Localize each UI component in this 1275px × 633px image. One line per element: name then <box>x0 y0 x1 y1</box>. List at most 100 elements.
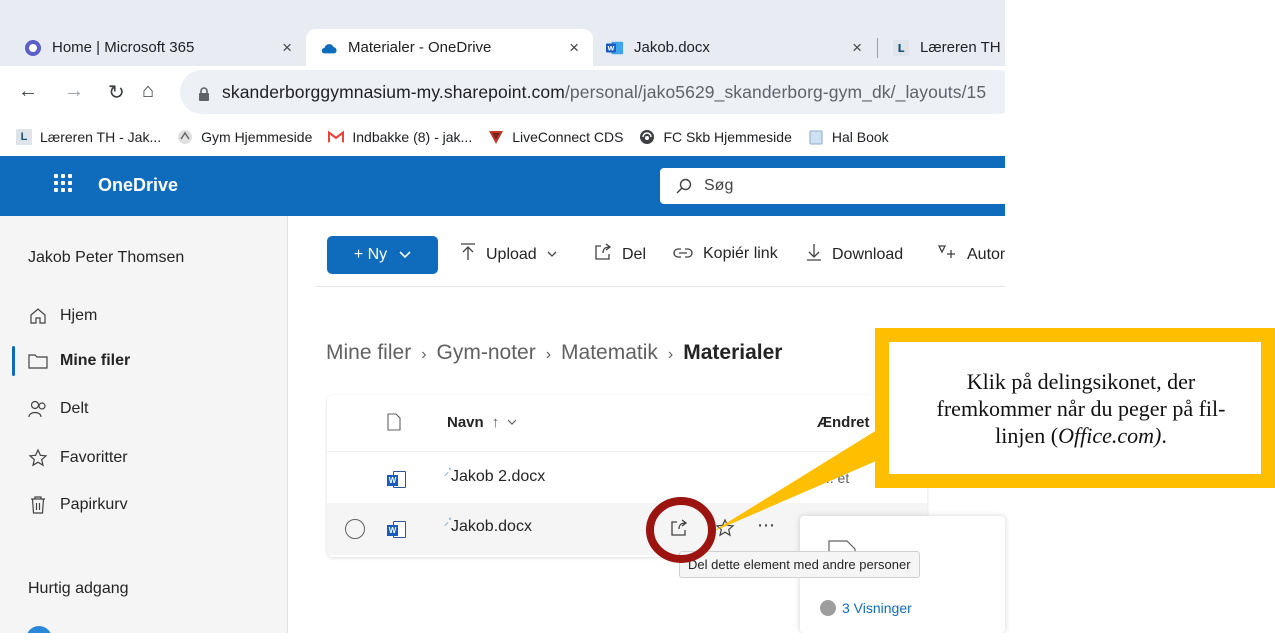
bookmark-gmail[interactable]: Indbakke (8) - jak... <box>328 129 472 145</box>
search-input[interactable]: Søg <box>660 168 1005 204</box>
trash-icon <box>28 495 48 515</box>
folder-icon <box>28 351 48 371</box>
quick-access-item-icon[interactable] <box>26 626 52 633</box>
app-name[interactable]: OneDrive <box>98 175 178 196</box>
copy-link-label: Kopiér link <box>703 244 778 262</box>
nav-item-delt[interactable]: Delt <box>28 395 88 423</box>
bookmark-fc-skb[interactable]: FC Skb Hjemmeside <box>639 129 792 145</box>
favorite-star-icon[interactable] <box>715 518 735 538</box>
close-icon[interactable]: × <box>569 38 579 58</box>
views-count[interactable]: 3 Visninger <box>820 600 912 616</box>
chevron-right-icon: › <box>545 346 552 363</box>
bookmark-label: FC Skb Hjemmeside <box>663 129 792 145</box>
column-modified[interactable]: Ændret <box>817 414 870 431</box>
download-button[interactable]: Download <box>806 243 903 266</box>
share-icon <box>594 243 612 266</box>
file-name[interactable]: Jakob.docx <box>451 518 532 536</box>
share-label: Del <box>622 245 647 263</box>
row-select-radio[interactable] <box>345 519 365 539</box>
new-file-mark-icon: ⸝ʹ <box>444 517 451 528</box>
bookmark-label: LiveConnect CDS <box>512 129 624 145</box>
back-arrow-icon[interactable]: ← <box>18 80 38 103</box>
upload-label: Upload <box>486 245 537 263</box>
close-icon[interactable]: × <box>282 38 292 58</box>
file-name[interactable]: Jakob 2.docx <box>451 468 545 486</box>
nav-item-label: Favoritter <box>60 449 128 466</box>
star-icon <box>28 448 48 468</box>
word-file-icon: W <box>387 470 407 490</box>
copy-link-button[interactable]: Kopiér link <box>673 243 778 264</box>
url-host: skanderborggymnasium-my.sharepoint.com <box>222 81 565 102</box>
bookmark-label: Hal Book <box>831 129 889 145</box>
active-indicator <box>12 346 15 376</box>
reload-icon[interactable]: ↻ <box>108 80 125 105</box>
file-type-icon <box>387 413 401 431</box>
word-file-icon: W <box>387 520 407 540</box>
user-name: Jakob Peter Thomsen <box>28 249 185 266</box>
url-path: /personal/jako5629_skanderborg-gym_dk/_l… <box>564 81 987 102</box>
modified-value: ... et <box>822 470 850 486</box>
close-icon[interactable]: × <box>852 38 862 58</box>
chevron-down-icon <box>507 419 517 426</box>
table-row[interactable]: W ⸝ʹ Jakob 2.docx ... et <box>327 451 927 503</box>
file-list-header: Navn ↑ Ændret <box>327 395 927 451</box>
svg-text:W: W <box>607 45 614 52</box>
bookmarks-bar: L Læreren TH - Jak... Gym Hjemmeside Ind… <box>0 118 1005 156</box>
nav-item-mine-filer[interactable]: Mine filer <box>28 347 130 375</box>
upload-button[interactable]: Upload <box>460 243 557 266</box>
nav-item-label: Delt <box>60 400 89 417</box>
home-icon[interactable]: ⌂ <box>142 80 154 103</box>
tab-onedrive[interactable]: Materialer - OneDrive × <box>306 29 593 66</box>
search-placeholder: Søg <box>704 177 734 194</box>
people-icon <box>28 399 48 419</box>
new-button[interactable]: + Ny <box>327 236 438 274</box>
avatar-icon <box>820 600 836 616</box>
address-toolbar: ← → ↻ ⌂ skanderborggymnasium-my.sharepoi… <box>0 66 1005 118</box>
annotation-callout: Klik på delingsikonet, der fremkommer nå… <box>875 328 1275 488</box>
tab-laereren[interactable]: L Læreren TH <box>892 29 1005 66</box>
views-label: 3 Visninger <box>842 600 912 616</box>
bookmark-gym[interactable]: Gym Hjemmeside <box>177 129 312 145</box>
download-icon <box>806 243 822 266</box>
nav-item-favoritter[interactable]: Favoritter <box>28 444 128 472</box>
command-bar: + Ny Upload Del Kopiér link Download Aut… <box>316 231 1005 287</box>
new-button-label: + Ny <box>353 246 388 263</box>
bookmark-label: Indbakke (8) - jak... <box>352 129 473 145</box>
bookmark-hal-book[interactable]: Hal Book <box>808 129 889 145</box>
more-actions-icon[interactable]: ⋯ <box>757 515 775 536</box>
column-name[interactable]: Navn ↑ <box>447 414 517 431</box>
onedrive-header: OneDrive Søg <box>0 156 1005 216</box>
lectio-icon: L <box>16 129 32 145</box>
tab-home-m365[interactable]: Home | Microsoft 365 × <box>24 29 306 66</box>
callout-text-italic: Office.com) <box>1058 422 1162 448</box>
folder-icon <box>808 129 824 145</box>
breadcrumb-item[interactable]: Matematik <box>561 341 658 364</box>
tab-separator <box>877 38 878 58</box>
sort-up-icon: ↑ <box>491 414 500 431</box>
share-tooltip: Del dette element med andre personer <box>679 551 920 578</box>
bookmark-liveconnect[interactable]: LiveConnect CDS <box>488 129 623 145</box>
url-bar[interactable]: skanderborggymnasium-my.sharepoint.com/p… <box>180 70 1005 114</box>
nav-item-papirkurv[interactable]: Papirkurv <box>28 491 128 519</box>
bookmark-laereren[interactable]: L Læreren TH - Jak... <box>16 129 161 145</box>
share-icon[interactable] <box>669 518 689 538</box>
globe-icon <box>639 129 655 145</box>
breadcrumb: Mine filer › Gym-noter › Matematik › Materiale… <box>326 341 782 365</box>
gym-logo-icon <box>177 129 193 145</box>
chevron-right-icon: › <box>667 346 674 363</box>
svg-text:L: L <box>897 42 904 55</box>
breadcrumb-item[interactable]: Gym-noter <box>437 341 536 364</box>
nav-item-label: Papirkurv <box>60 496 128 513</box>
automate-label: Autom <box>967 245 1005 263</box>
app-launcher-icon[interactable] <box>54 174 72 192</box>
share-button[interactable]: Del <box>594 243 646 266</box>
forward-arrow-icon[interactable]: → <box>64 80 84 103</box>
callout-text-end: . <box>1161 422 1167 448</box>
tab-label: Læreren TH <box>920 39 1001 56</box>
automate-button[interactable]: Autom <box>937 243 1005 266</box>
nav-item-hjem[interactable]: Hjem <box>28 302 97 330</box>
tab-jakob-docx[interactable]: W Jakob.docx × <box>606 29 876 66</box>
nav-item-label: Mine filer <box>60 352 131 369</box>
tab-label: Jakob.docx <box>634 39 710 56</box>
breadcrumb-item[interactable]: Mine filer <box>326 341 411 364</box>
